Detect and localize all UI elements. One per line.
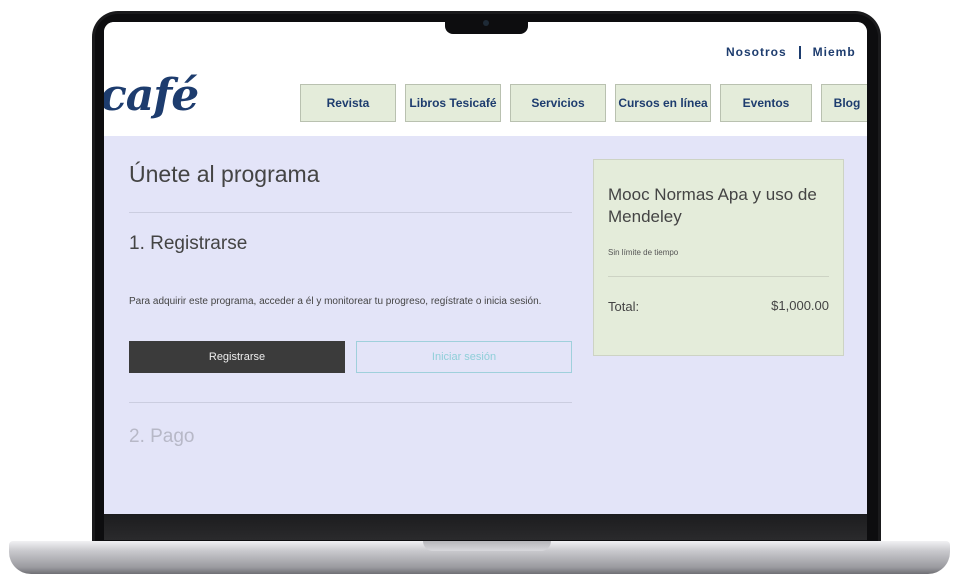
laptop-thumb-notch	[423, 541, 551, 551]
total-value: $1,000.00	[771, 298, 829, 313]
top-link-separator	[798, 45, 801, 59]
order-summary: Mooc Normas Apa y uso de Mendeley Sin lí…	[593, 159, 844, 356]
login-button[interactable]: Iniciar sesión	[356, 341, 572, 373]
register-description: Para adquirir este programa, acceder a é…	[129, 296, 542, 307]
main-nav: Revista Libros Tesicafé Servicios Cursos…	[300, 84, 867, 122]
course-title: Mooc Normas Apa y uso de Mendeley	[608, 185, 817, 226]
nav-item-eventos[interactable]: Eventos	[720, 84, 812, 122]
nav-item-libros[interactable]: Libros Tesicafé	[405, 84, 501, 122]
nav-item-blog[interactable]: Blog	[821, 84, 867, 122]
divider	[129, 402, 572, 403]
checkout-content: Únete al programa 1. Registrarse Para ad…	[104, 136, 867, 514]
laptop-notch	[445, 14, 528, 34]
nav-item-servicios[interactable]: Servicios	[510, 84, 606, 122]
register-button[interactable]: Registrarse	[129, 341, 345, 373]
camera-icon	[483, 20, 489, 26]
nav-item-cursos[interactable]: Cursos en línea	[615, 84, 711, 122]
top-links: Nosotros Miemb	[726, 45, 856, 59]
step-register-heading: 1. Registrarse	[129, 233, 248, 254]
site-header: café Nosotros Miemb Revista Libros Tesic…	[104, 22, 867, 136]
laptop-screen: café Nosotros Miemb Revista Libros Tesic…	[104, 22, 867, 514]
nav-item-revista[interactable]: Revista	[300, 84, 396, 122]
divider	[129, 212, 572, 213]
step-payment-heading: 2. Pago	[129, 426, 195, 447]
page-title: Únete al programa	[129, 161, 320, 187]
top-link-miembros[interactable]: Miemb	[813, 45, 856, 59]
top-link-nosotros[interactable]: Nosotros	[726, 45, 787, 59]
site-logo[interactable]: café	[104, 70, 199, 121]
course-duration: Sin límite de tiempo	[608, 248, 679, 257]
laptop-bottom-bezel	[104, 514, 867, 540]
laptop-base	[9, 541, 950, 574]
divider	[608, 276, 829, 277]
total-label: Total:	[608, 299, 640, 314]
